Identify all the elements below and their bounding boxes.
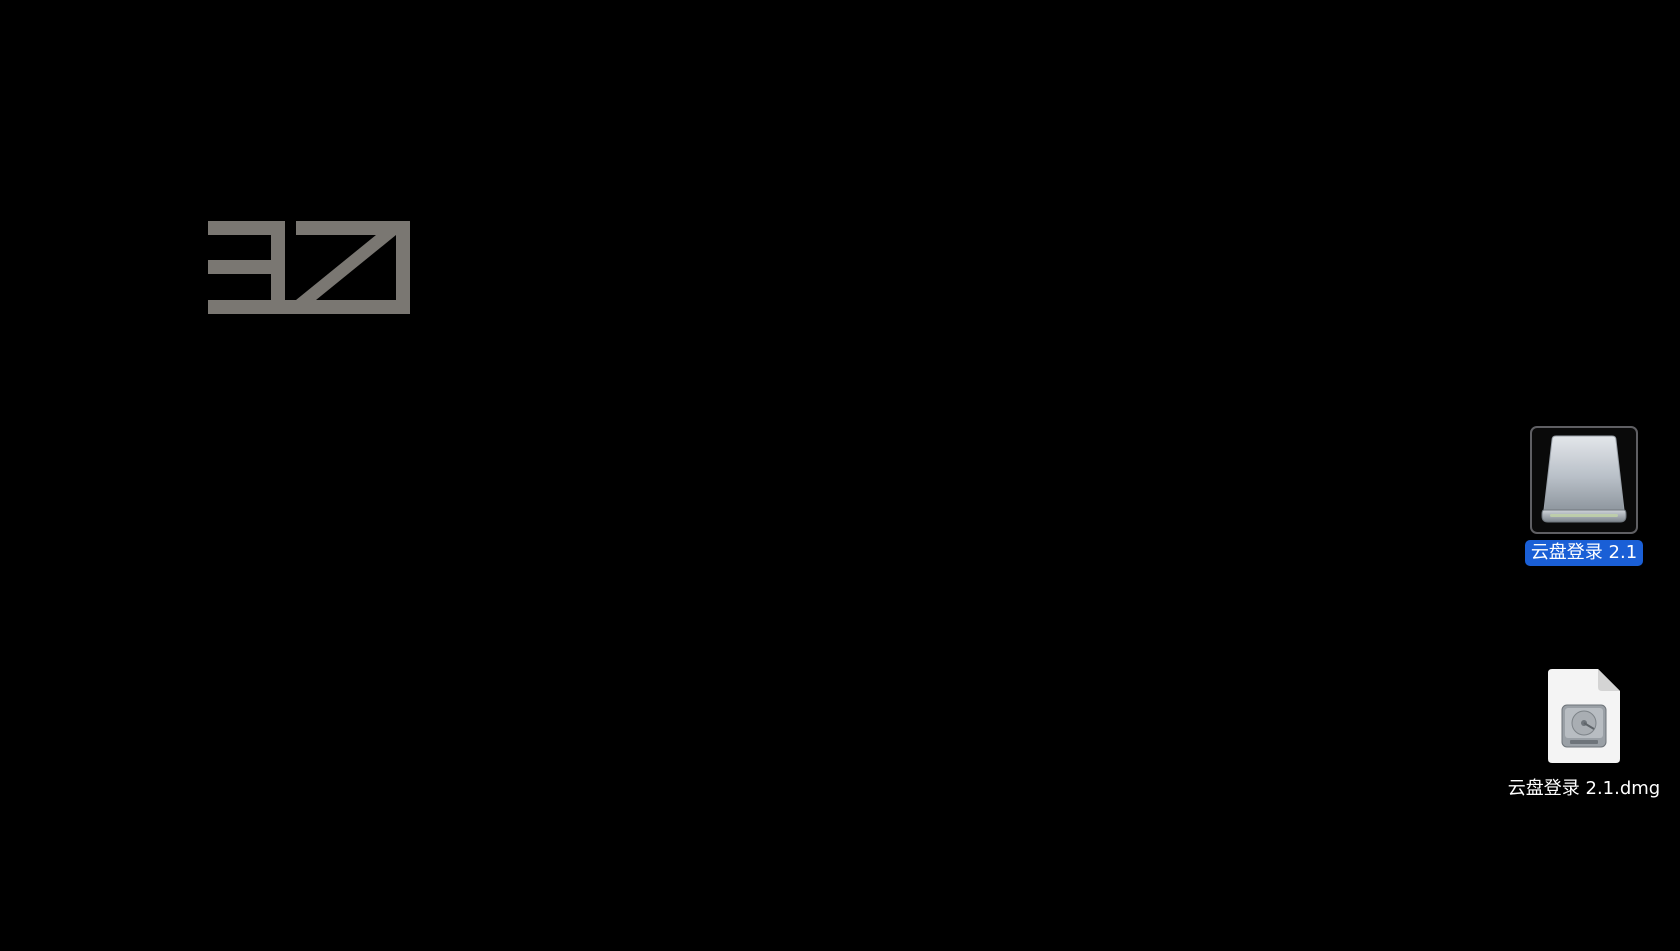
desktop[interactable]: 云盘登录 2.1 云盘登录 2.1.dmg <box>0 0 1680 951</box>
volume-label[interactable]: 云盘登录 2.1 <box>1524 540 1644 566</box>
external-drive-icon <box>1541 435 1627 523</box>
disk-image-file-icon <box>1548 669 1620 763</box>
dmg-file-label[interactable]: 云盘登录 2.1.dmg <box>1502 776 1666 802</box>
dmg-icon-frame[interactable] <box>1530 662 1638 770</box>
volume-icon-frame[interactable] <box>1530 426 1638 534</box>
desktop-icon-dmg-file[interactable]: 云盘登录 2.1.dmg <box>1501 662 1667 802</box>
wallpaper-logo-icon <box>208 221 410 314</box>
desktop-icon-volume[interactable]: 云盘登录 2.1 <box>1516 426 1652 566</box>
